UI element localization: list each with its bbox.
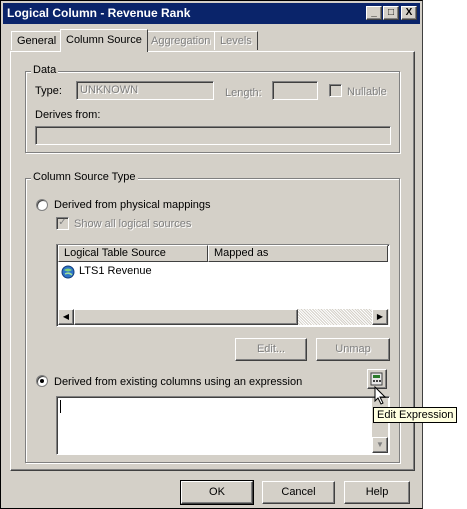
scroll-down-icon[interactable]: ▼ — [372, 437, 388, 453]
show-all-sources-checkbox: ✓ — [56, 217, 69, 230]
derives-from-label: Derives from: — [35, 109, 101, 121]
scrollbar-track[interactable] — [298, 309, 372, 325]
tab-general[interactable]: General — [11, 31, 63, 50]
type-field: UNKNOWN — [76, 81, 214, 100]
tab-column-source[interactable]: Column Source — [60, 29, 148, 52]
tab-aggregation: Aggregation — [145, 31, 217, 50]
expression-textarea[interactable]: ▼ — [56, 396, 390, 455]
table-row[interactable]: LTS1 Revenue — [61, 264, 361, 280]
window-title: Logical Column - Revenue Rank — [7, 6, 191, 20]
physical-mappings-radio[interactable] — [36, 199, 48, 211]
scroll-left-icon[interactable]: ◀ — [58, 309, 74, 325]
title-bar[interactable]: Logical Column - Revenue Rank _ □ X — [3, 3, 420, 24]
length-field — [272, 81, 318, 100]
length-label: Length: — [225, 87, 262, 99]
mouse-pointer-icon — [374, 386, 387, 405]
text-caret — [60, 400, 61, 413]
row-source-name: LTS1 Revenue — [79, 265, 152, 277]
scroll-right-icon[interactable]: ▶ — [372, 309, 388, 325]
minimize-button[interactable]: _ — [366, 6, 382, 20]
horizontal-scrollbar[interactable]: ◀ ▶ — [58, 309, 389, 325]
edit-expression-tooltip: Edit Expression — [373, 407, 458, 423]
logical-column-dialog: Logical Column - Revenue Rank _ □ X Gene… — [0, 0, 423, 509]
scrollbar-thumb[interactable] — [74, 309, 298, 325]
cancel-button[interactable]: Cancel — [262, 481, 335, 504]
nullable-label: Nullable — [347, 86, 387, 98]
close-button[interactable]: X — [401, 6, 417, 20]
ok-button[interactable]: OK — [180, 480, 254, 505]
column-header-logical-table-source[interactable]: Logical Table Source — [58, 245, 208, 262]
help-button[interactable]: Help — [344, 481, 410, 504]
expression-label[interactable]: Derived from existing columns using an e… — [54, 376, 302, 388]
column-header-mapped-as[interactable]: Mapped as — [208, 245, 388, 262]
expression-radio[interactable] — [36, 375, 48, 387]
type-value: UNKNOWN — [80, 84, 139, 96]
data-group-title: Data — [31, 64, 59, 76]
logical-sources-table[interactable]: Logical Table Source Mapped as LTS1 Reve… — [56, 244, 390, 327]
column-source-type-title: Column Source Type — [31, 171, 138, 183]
tab-levels: Levels — [214, 31, 258, 50]
unmap-button: Unmap — [316, 338, 390, 361]
nullable-checkbox — [329, 84, 342, 97]
maximize-button[interactable]: □ — [383, 6, 399, 20]
physical-mappings-label[interactable]: Derived from physical mappings — [54, 199, 211, 211]
calculator-icon — [370, 372, 383, 386]
edit-button: Edit... — [235, 338, 307, 361]
logical-table-source-icon — [61, 265, 75, 279]
type-label: Type: — [35, 85, 62, 97]
derives-from-field — [35, 126, 391, 145]
expression-radio-dot — [40, 379, 44, 383]
show-all-sources-label: Show all logical sources — [74, 218, 192, 230]
